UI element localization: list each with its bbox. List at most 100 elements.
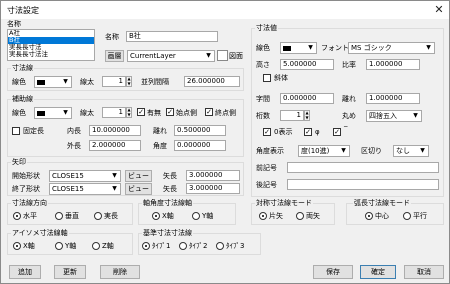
arc-mode-title: 弧長寸法線モード [353, 199, 411, 207]
chevron-down-icon: ▼ [341, 147, 346, 154]
dimline-spacing-label: 並列間隔 [141, 78, 169, 86]
dimvalue-offset-input[interactable]: 1.000000 [366, 93, 420, 104]
arrow-end-length-input[interactable]: 3.000000 [186, 183, 240, 194]
close-icon[interactable]: ✕ [431, 2, 447, 18]
auxline-color-select[interactable]: ▼ [34, 107, 72, 119]
auxline-inner-input[interactable]: 10.000000 [89, 125, 141, 136]
auxline-enabled-checkbox[interactable]: ✓ [137, 108, 145, 116]
dimvalue-round-select[interactable]: 四捨五入 ▼ [366, 110, 422, 122]
style-name-list[interactable]: A社 B社 実長長寸法 実長長寸法注 [7, 29, 95, 61]
dimvalue-angle-select[interactable]: 度(10進) ▼ [298, 145, 350, 157]
auxline-width-input[interactable]: 1 [102, 107, 126, 118]
name-list-label: 名称 [7, 20, 21, 28]
dimvalue-extra-checkbox[interactable]: ✓ [333, 128, 341, 136]
symmetric-radio-1[interactable] [296, 212, 304, 220]
dimline-width-spinner[interactable]: ▲ ▼ [126, 76, 132, 87]
iso-axis-radio-0[interactable] [13, 242, 21, 250]
auxline-inner-label: 内長 [67, 127, 81, 135]
auxline-start-checkbox[interactable]: ✓ [166, 108, 174, 116]
base-type-title: 基準寸法寸法線 [142, 229, 193, 237]
iso-axis-radio-1[interactable] [55, 242, 63, 250]
direction-radio-0[interactable] [13, 212, 21, 220]
arrow-start-label: 開始形状 [12, 172, 40, 180]
arrow-end-select[interactable]: CLOSE15 ▼ [49, 183, 121, 195]
base-type-option-0: ﾀｲﾌﾟ1 [152, 242, 171, 250]
dimvalue-zero-checkbox[interactable]: ✓ [263, 128, 271, 136]
arrow-end-label: 終了形状 [12, 185, 40, 193]
dimvalue-title: 寸法値 [255, 24, 278, 32]
cancel-button[interactable]: 取消 [404, 265, 444, 279]
dimvalue-spacing-label: 字間 [256, 95, 270, 103]
save-button[interactable]: 保存 [313, 265, 353, 279]
auxline-color-label: 線色 [12, 109, 26, 117]
axis-radio-0[interactable] [152, 212, 160, 220]
arrow-start-preview-button[interactable]: ビュー [125, 170, 152, 182]
window-title: 寸法設定 [7, 6, 39, 15]
dimvalue-height-input[interactable]: 5.000000 [280, 59, 334, 70]
axis-radio-1[interactable] [192, 212, 200, 220]
layer-button[interactable]: 画層 [105, 50, 124, 62]
arc-mode-radio-0[interactable] [365, 212, 373, 220]
layer-pick-icon[interactable] [217, 50, 228, 61]
base-type-radio-0[interactable] [142, 242, 150, 250]
list-item[interactable]: A社 [8, 30, 94, 37]
base-type-radio-1[interactable] [179, 242, 187, 250]
direction-radio-1[interactable] [55, 212, 63, 220]
iso-axis-radio-2[interactable] [92, 242, 100, 250]
auxline-gap-label: 離れ [153, 127, 167, 135]
dimvalue-color-select[interactable]: ▼ [280, 42, 317, 54]
dimline-spacing-input[interactable]: 26.000000 [184, 76, 240, 87]
dimvalue-prefix-input[interactable] [287, 162, 439, 173]
delete-button[interactable]: 削除 [100, 265, 140, 279]
auxline-outer-label: 外長 [67, 142, 81, 150]
direction-title: 寸法線方向 [11, 199, 48, 207]
dimvalue-digits-input[interactable]: 1 [280, 110, 304, 121]
dimline-width-input[interactable]: 1 [102, 76, 126, 87]
symmetric-radio-0[interactable] [259, 212, 267, 220]
layer-value: CurrentLayer [130, 52, 176, 60]
auxline-gap-input[interactable]: 0.500000 [174, 125, 226, 136]
base-type-radio-2[interactable] [216, 242, 224, 250]
arrow-start-length-input[interactable]: 3.000000 [186, 170, 240, 181]
dimvalue-separator-select[interactable]: なし ▼ [393, 145, 429, 157]
arrow-end-preview-button[interactable]: ビュー [125, 183, 152, 195]
dimvalue-suffix-input[interactable] [287, 179, 439, 190]
auxline-outer-input[interactable]: 2.000000 [89, 140, 141, 151]
chevron-down-icon: ▼ [308, 44, 313, 51]
auxline-angle-label: 角度 [153, 142, 167, 150]
iso-axis-title: アイソメ寸法線軸 [11, 229, 69, 237]
iso-axis-option-0: X軸 [23, 242, 35, 250]
base-type-option-2: ﾀｲﾌﾟ3 [226, 242, 245, 250]
auxline-fixed-checkbox[interactable] [12, 127, 20, 135]
chevron-down-icon: ▼ [63, 109, 68, 116]
arrow-start-select[interactable]: CLOSE15 ▼ [49, 170, 121, 182]
dimvalue-round-value: 四捨五入 [369, 112, 397, 120]
add-button[interactable]: 追加 [9, 265, 41, 279]
dimvalue-phi-checkbox[interactable]: ✓ [304, 128, 312, 136]
dimvalue-spacing-input[interactable]: 0.000000 [280, 93, 334, 104]
update-button[interactable]: 更新 [54, 265, 86, 279]
auxline-angle-input[interactable]: 0.000000 [174, 140, 226, 151]
auxline-start-label: 始点側 [176, 109, 197, 117]
arc-mode-radio-1[interactable] [403, 212, 411, 220]
chevron-down-icon: ▼ [413, 112, 418, 119]
iso-axis-option-2: Z軸 [102, 242, 114, 250]
arc-mode-option-0: 中心 [375, 212, 389, 220]
dimvalue-digits-spinner[interactable]: ▲ ▼ [304, 110, 310, 121]
direction-radio-2[interactable] [94, 212, 102, 220]
direction-option-0: 水平 [23, 212, 37, 220]
dimvalue-font-select[interactable]: MS ゴシック ▼ [348, 42, 435, 54]
axis-title: 軸角度寸法線軸 [142, 199, 193, 207]
dimline-color-select[interactable]: ▼ [34, 76, 72, 88]
auxline-title: 補助線 [11, 95, 34, 103]
name-input[interactable]: B社 [126, 31, 218, 42]
ok-button[interactable]: 確定 [360, 265, 396, 279]
list-item[interactable]: 実長長寸法注 [8, 51, 94, 58]
dimvalue-ratio-input[interactable]: 1.000000 [366, 59, 420, 70]
chevron-down-icon: ▼ [426, 44, 431, 51]
auxline-end-checkbox[interactable]: ✓ [205, 108, 213, 116]
auxline-width-spinner[interactable]: ▲ ▼ [126, 107, 132, 118]
dimvalue-italic-checkbox[interactable] [263, 74, 271, 82]
layer-select[interactable]: CurrentLayer ▼ [127, 50, 215, 62]
color-swatch [37, 110, 45, 116]
